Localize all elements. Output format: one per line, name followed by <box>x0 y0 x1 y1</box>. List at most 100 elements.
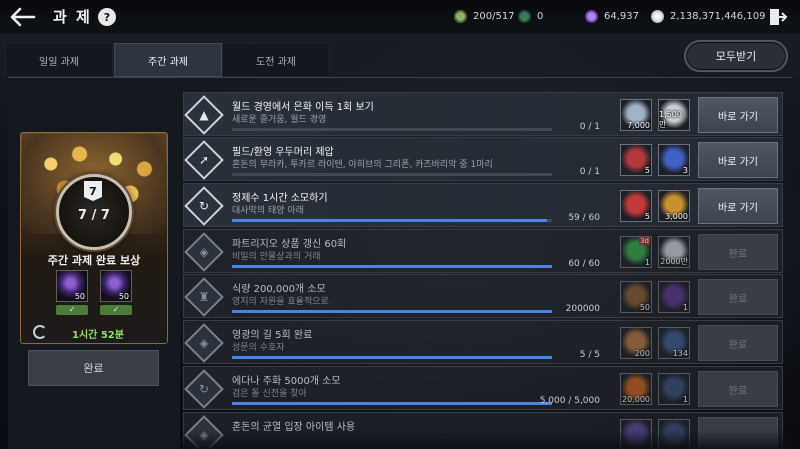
progress-text: 0 / 1 <box>579 122 600 132</box>
reward-amount: 134 <box>672 349 688 358</box>
quest-row[interactable]: ↻ 정제수 1시간 소모하기대사막의 태양 아래 59 / 60 5 3,000 바로 가… <box>183 183 783 227</box>
exit-button[interactable] <box>768 7 788 27</box>
currency-purple: 64,937 <box>585 8 639 24</box>
complete-button[interactable]: 완료 <box>698 371 778 407</box>
currency-gem: 0 <box>518 8 543 24</box>
quest-subtitle: 혼돈의 무라카, 투카르 라이텐, 아히브의 그리폰, 카즈바리악 중 1마리 <box>232 160 493 170</box>
quest-row[interactable]: ◈ 파트리지오 상품 갱신 60회 비밀의 만물상과의 거래 60 / 60 1 3d 20… <box>183 229 783 273</box>
quest-title: 파트리지오 상품 갱신 60회 <box>232 239 347 250</box>
reward-amount: 20,000 <box>622 395 650 404</box>
currency-stamina: 200/517 <box>454 8 515 24</box>
reward-item-gift[interactable]: 1 <box>658 281 690 313</box>
back-button[interactable] <box>8 6 36 28</box>
exit-icon <box>770 9 788 25</box>
reward-amount: 1 <box>644 258 650 267</box>
reward-amount: 1 <box>682 303 688 312</box>
progress-bar <box>232 173 552 176</box>
go-button[interactable]: 바로 가기 <box>698 97 778 133</box>
back-arrow-icon <box>10 7 36 27</box>
progress-bar <box>232 402 552 405</box>
reward-item-green-ticket[interactable]: 1 3d <box>620 236 652 268</box>
quest-subtitle: 비밀의 만물상과의 거래 <box>232 252 321 262</box>
quest-title: 영광의 길 5회 완료 <box>232 330 313 341</box>
complete-button[interactable]: 완료 <box>698 279 778 315</box>
reward-item-chest[interactable]: 50 <box>620 281 652 313</box>
tab-challenge[interactable]: 도전 과제 <box>222 43 330 77</box>
quest-glyph-icon: ◈ <box>199 336 209 350</box>
quest-list[interactable]: ▲ 월드 경영에서 은화 이득 1회 보기새로운 즐거움, 월드 경영 0 / 1 7… <box>183 88 792 449</box>
quest-row[interactable]: ↻ 에다나 주화 5000개 소모 검은 돌 신전을 찾아 5,000 / 5,000… <box>183 366 783 410</box>
currency-value: 0 <box>537 10 544 22</box>
quest-glyph-icon: ♜ <box>198 290 210 304</box>
reward-amount: 50 <box>118 292 129 301</box>
currency-value: 200/517 <box>473 10 515 22</box>
progress-fill <box>232 356 552 359</box>
reward-amount: 3 <box>682 166 688 175</box>
reward-amount: 3,000 <box>665 212 688 221</box>
reward-item-medal[interactable]: 134 <box>658 327 690 359</box>
progress-fill <box>232 402 552 405</box>
quest-glyph-icon: ↻ <box>198 199 210 213</box>
gem-icon <box>518 9 531 23</box>
reward-orb-1[interactable]: 50 <box>56 270 88 302</box>
reward-item-ticket[interactable]: 5 <box>620 190 652 222</box>
quest-title: 월드 경영에서 은화 이득 1회 보기 <box>232 102 374 113</box>
reward-item-silver[interactable]: 2000만 <box>658 236 690 268</box>
progress-bar <box>232 356 552 359</box>
quest-title: 정제수 1시간 소모하기 <box>232 193 328 204</box>
progress-text: 59 / 60 <box>568 213 600 223</box>
complete-button[interactable]: 완료 <box>698 325 778 361</box>
go-button[interactable]: 바로 가기 <box>698 142 778 178</box>
quest-title: 필드/환영 우두머리 제압 <box>232 147 334 158</box>
reward-amount: 50 <box>639 303 650 312</box>
reward-item-bronze[interactable]: 200 <box>620 327 652 359</box>
progress-bar <box>232 219 552 222</box>
help-icon[interactable]: ? <box>98 8 116 26</box>
progress-text: 5,000 / 5,000 <box>539 396 600 406</box>
reward-item-scroll[interactable]: 1 <box>658 373 690 405</box>
quest-glyph-icon: ▲ <box>199 108 209 122</box>
quest-subtitle: 영지의 자원을 효율적으로 <box>232 297 329 307</box>
reward-orb-2[interactable]: 50 <box>100 270 132 302</box>
top-bar: 과 제 ? 200/517 0 64,937 2,138,371,446,109 <box>0 0 800 34</box>
reward-amount: 5 <box>644 212 650 221</box>
receive-all-button[interactable]: 모두받기 <box>684 40 788 72</box>
tab-daily[interactable]: 일일 과제 <box>5 43 113 77</box>
tab-weekly[interactable]: 주간 과제 <box>114 43 222 77</box>
quest-row[interactable]: ➚ 필드/환영 우두머리 제압혼돈의 무라카, 투카르 라이텐, 아히브의 그리폰… <box>183 137 783 181</box>
reward-item-fire[interactable]: 20,000 <box>620 373 652 405</box>
progress-text: 5 / 5 <box>579 350 600 360</box>
reward-complete-button[interactable]: 완료 <box>28 350 159 386</box>
reward-amount: 5 <box>644 166 650 175</box>
progress-bar <box>232 265 552 268</box>
check-icon: ✓ <box>56 305 88 315</box>
reward-item-blue-box[interactable]: 3 <box>658 144 690 176</box>
reward-item-orange-box[interactable]: 5 <box>620 144 652 176</box>
reward-item-silver[interactable]: 1,500만 <box>658 99 690 131</box>
quest-row[interactable]: ♜ 식량 200,000개 소모 영지의 자원을 효율적으로 200000 50 1 완료 <box>183 274 783 318</box>
duration-tag: 3d <box>639 237 650 245</box>
progress-fill <box>232 219 547 222</box>
currency-silver: 2,138,371,446,109 <box>651 8 765 24</box>
complete-button[interactable]: 완료 <box>698 234 778 270</box>
reward-amount: 1,500만 <box>659 110 682 129</box>
check-icon: ✓ <box>100 305 132 315</box>
reset-timer: 1시간 52분 <box>72 330 124 341</box>
go-button[interactable]: 바로 가기 <box>698 188 778 224</box>
quest-row[interactable]: ◈ 영광의 길 5회 완료성문의 수호자 5 / 5 200 134 완료 <box>183 320 783 364</box>
progress-bar <box>232 128 552 131</box>
quest-subtitle: 검은 돌 신전을 찾아 <box>232 389 307 399</box>
list-fade <box>183 430 792 449</box>
reward-item-gold[interactable]: 3,000 <box>658 190 690 222</box>
quest-subtitle: 성문의 수호자 <box>232 343 285 353</box>
quest-row[interactable]: ▲ 월드 경영에서 은화 이득 1회 보기새로운 즐거움, 월드 경영 0 / 1 7… <box>183 92 783 136</box>
reward-amount: 200 <box>634 349 650 358</box>
progress-text: 200000 <box>565 304 600 314</box>
page-title: 과 제 <box>53 8 92 26</box>
reward-amount: 50 <box>74 292 85 301</box>
reward-item-tickets[interactable]: 7,000 <box>620 99 652 131</box>
quest-glyph-icon: ➚ <box>198 153 210 167</box>
quest-subtitle: 새로운 즐거움, 월드 경영 <box>232 115 327 125</box>
progress-fill <box>232 310 552 313</box>
quest-subtitle: 대사막의 태양 아래 <box>232 206 304 216</box>
